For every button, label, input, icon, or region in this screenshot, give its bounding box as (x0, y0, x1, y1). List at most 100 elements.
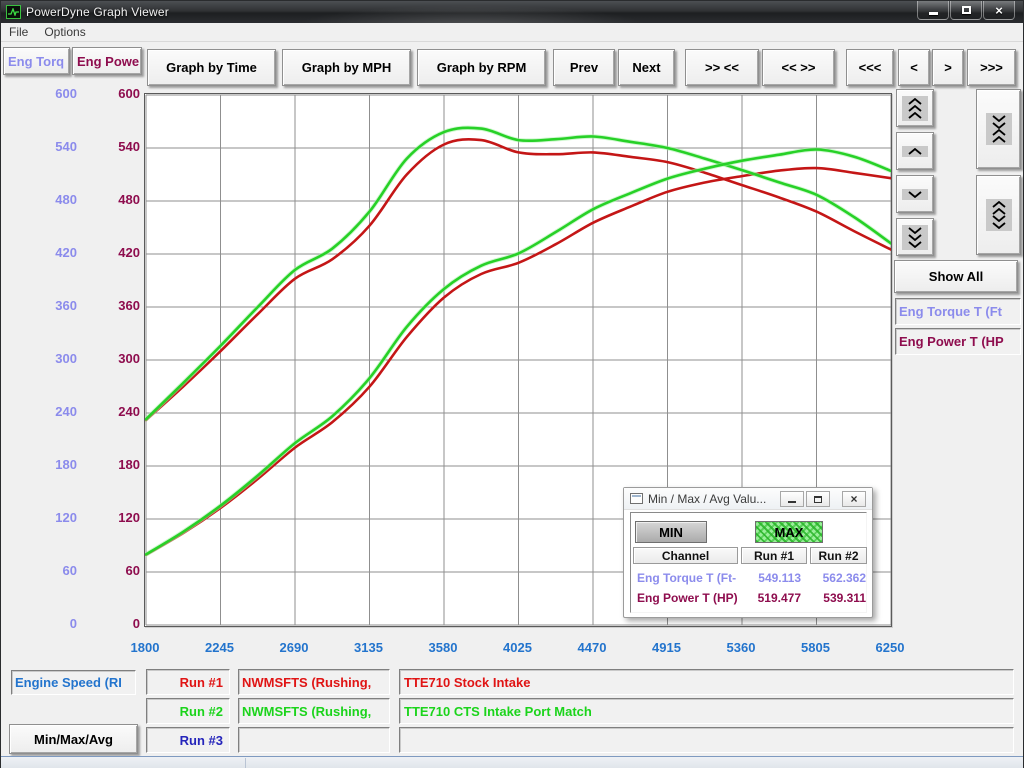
minmax-column-header-run1[interactable]: Run #1 (741, 547, 807, 564)
expand-vertical-scale-button[interactable] (976, 175, 1021, 255)
minmax-maximize-button[interactable] (806, 491, 830, 507)
x-tick-3580: 3580 (417, 640, 469, 655)
prev-button[interactable]: Prev (553, 49, 615, 86)
run-file-box-1[interactable]: NWMSFTS (Rushing, (238, 669, 390, 695)
x-tick-5360: 5360 (715, 640, 767, 655)
pan-far-right-button[interactable]: >>> (967, 49, 1016, 86)
app-window: PowerDyne Graph Viewer × FileOptions Eng… (0, 0, 1024, 768)
pan-left-button[interactable]: < (898, 49, 930, 86)
run-comment-box-3[interactable] (399, 727, 1014, 753)
axis-channel-button-1[interactable]: Eng Torq (3, 47, 70, 75)
y-tick-torque-300: 300 (31, 351, 77, 366)
app-icon (6, 5, 21, 19)
minmax-run2-value-1: 539.311 (804, 591, 866, 605)
status-bar (1, 756, 1023, 768)
min-button[interactable]: MIN (635, 521, 707, 543)
x-tick-3135: 3135 (343, 640, 395, 655)
graph-by-mph-button[interactable]: Graph by MPH (282, 49, 411, 86)
chevron-icon (986, 199, 1012, 231)
run-file-box-2[interactable]: NWMSFTS (Rushing, (238, 698, 390, 724)
minmax-title-bar[interactable]: Min / Max / Avg Valu... × (624, 488, 872, 510)
y-tick-torque-480: 480 (31, 192, 77, 207)
minmax-minimize-button[interactable] (780, 491, 804, 507)
chevron-icon (902, 189, 928, 200)
max-button[interactable]: MAX (755, 521, 823, 543)
minmax-column-header-channel[interactable]: Channel (633, 547, 738, 564)
x-tick-2690: 2690 (268, 640, 320, 655)
next-button[interactable]: Next (618, 49, 675, 86)
zoom-in-x-button[interactable]: >> << (685, 49, 759, 86)
menu-file[interactable]: File (1, 23, 36, 41)
run-label-box-3: Run #3 (146, 727, 230, 753)
x-channel-box: Engine Speed (RI (11, 670, 136, 695)
y-tick-power-0: 0 (96, 616, 140, 631)
minmax-maximize-icon (814, 496, 822, 503)
x-tick-4915: 4915 (641, 640, 693, 655)
y-tick-torque-180: 180 (31, 457, 77, 472)
y-tick-torque-0: 0 (31, 616, 77, 631)
run-file-box-3[interactable] (238, 727, 390, 753)
minimize-icon (929, 12, 938, 15)
scroll-down-fast-button[interactable] (896, 218, 934, 256)
minmax-run1-value-1: 519.477 (735, 591, 801, 605)
scroll-down-button[interactable] (896, 175, 934, 213)
chevron-icon (902, 96, 928, 121)
y-tick-torque-600: 600 (31, 86, 77, 101)
collapse-vertical-scale-button[interactable] (976, 89, 1021, 169)
graph-by-rpm-button[interactable]: Graph by RPM (417, 49, 546, 86)
x-tick-1800: 1800 (119, 640, 171, 655)
title-bar: PowerDyne Graph Viewer × (1, 1, 1023, 23)
maximize-button[interactable] (950, 1, 982, 20)
menu-bar: FileOptions (1, 23, 1023, 42)
x-tick-2245: 2245 (194, 640, 246, 655)
channel-label-torque: Eng Torque T (Ft (895, 298, 1021, 325)
minmax-window[interactable]: Min / Max / Avg Valu... × MIN MAX Channe… (623, 487, 873, 618)
scroll-up-fast-button[interactable] (896, 89, 934, 127)
minmax-channel-name-1: Eng Power T (HP) (637, 591, 741, 605)
x-tick-6250: 6250 (864, 640, 916, 655)
scroll-up-button[interactable] (896, 132, 934, 170)
minmax-window-title: Min / Max / Avg Valu... (648, 492, 766, 506)
channel-label-power: Eng Power T (HP (895, 328, 1021, 355)
y-tick-power-360: 360 (96, 298, 140, 313)
pan-right-button[interactable]: > (932, 49, 964, 86)
minmax-minimize-icon (788, 501, 796, 503)
y-tick-torque-360: 360 (31, 298, 77, 313)
minmax-panel: MIN MAX ChannelRun #1Run #2Eng Torque T … (630, 512, 867, 613)
y-tick-power-60: 60 (96, 563, 140, 578)
y-tick-power-480: 480 (96, 192, 140, 207)
y-tick-torque-120: 120 (31, 510, 77, 525)
y-tick-power-300: 300 (96, 351, 140, 366)
y-tick-torque-240: 240 (31, 404, 77, 419)
run-comment-box-2[interactable]: TTE710 CTS Intake Port Match (399, 698, 1014, 724)
axis-channel-button-2[interactable]: Eng Powe (72, 47, 142, 75)
y-tick-torque-540: 540 (31, 139, 77, 154)
window-controls: × (916, 1, 1015, 20)
y-tick-torque-60: 60 (31, 563, 77, 578)
y-tick-power-420: 420 (96, 245, 140, 260)
chevron-icon (902, 146, 928, 157)
maximize-icon (962, 6, 971, 14)
window-title: PowerDyne Graph Viewer (26, 5, 169, 19)
y-tick-power-600: 600 (96, 86, 140, 101)
x-tick-4470: 4470 (566, 640, 618, 655)
minimize-button[interactable] (917, 1, 949, 20)
pan-far-left-button[interactable]: <<< (846, 49, 894, 86)
minmax-column-header-run2[interactable]: Run #2 (810, 547, 867, 564)
y-tick-torque-420: 420 (31, 245, 77, 260)
chevron-icon (986, 113, 1012, 145)
status-bar-divider (245, 758, 246, 768)
run-comment-box-1[interactable]: TTE710 Stock Intake (399, 669, 1014, 695)
minmaxavg-button[interactable]: Min/Max/Avg (9, 724, 138, 754)
x-tick-5805: 5805 (790, 640, 842, 655)
minmax-close-button[interactable]: × (842, 491, 866, 507)
graph-by-time-button[interactable]: Graph by Time (147, 49, 276, 86)
y-tick-power-540: 540 (96, 139, 140, 154)
zoom-out-x-button[interactable]: << >> (762, 49, 835, 86)
close-icon: × (995, 3, 1003, 18)
y-tick-power-180: 180 (96, 457, 140, 472)
close-button[interactable]: × (983, 1, 1015, 20)
show-all-button[interactable]: Show All (894, 260, 1018, 293)
minmax-close-icon: × (850, 492, 857, 506)
menu-options[interactable]: Options (36, 23, 93, 41)
